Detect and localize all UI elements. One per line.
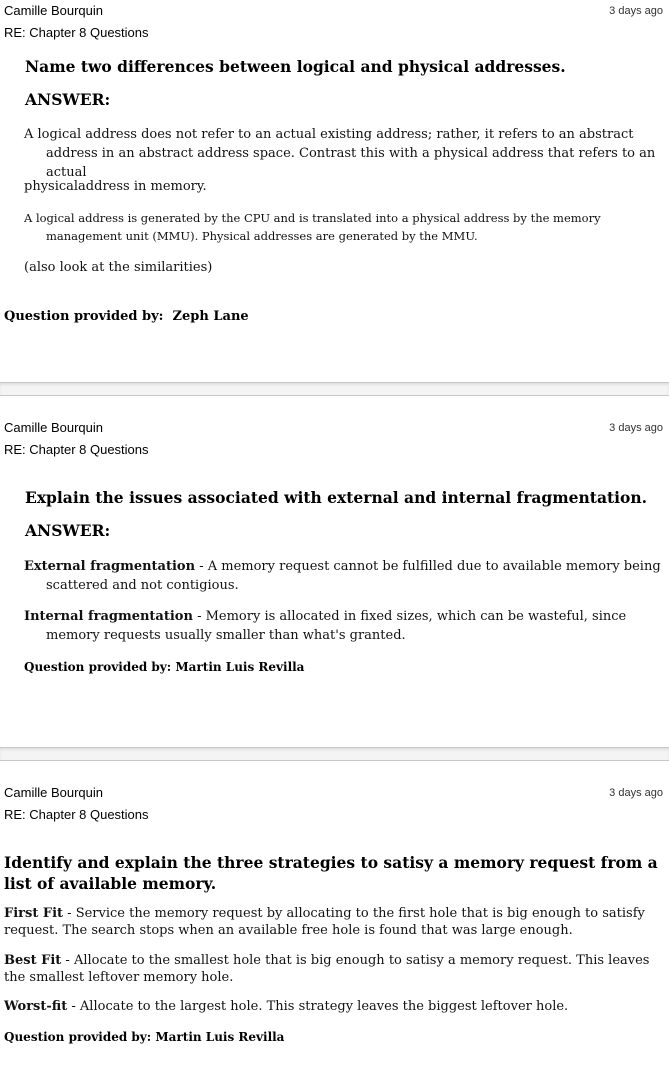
- answer-paragraph: External fragmentation - A memory reques…: [24, 557, 669, 595]
- post-1: Camille Bourquin 3 days ago RE: Chapter …: [0, 0, 669, 382]
- term-worst-fit: Worst-fit: [4, 999, 68, 1014]
- term-definition: - Service the memory request by allocati…: [4, 906, 645, 938]
- post-author[interactable]: Camille Bourquin: [4, 420, 103, 435]
- post-subject[interactable]: RE: Chapter 8 Questions: [4, 25, 149, 40]
- post-divider: [0, 747, 669, 761]
- post-author[interactable]: Camille Bourquin: [4, 3, 103, 18]
- post-timestamp: 3 days ago: [609, 5, 663, 17]
- answer-label: ANSWER:: [25, 521, 111, 540]
- answer-paragraph: First Fit - Service the memory request b…: [4, 905, 664, 939]
- answer-paragraph: Internal fragmentation - Memory is alloc…: [24, 607, 669, 645]
- answer-paragraph: Best Fit - Allocate to the smallest hole…: [4, 952, 664, 986]
- answer-paragraph: A logical address is generated by the CP…: [24, 211, 601, 243]
- answer-paragraph: Worst-fit - Allocate to the largest hole…: [4, 998, 664, 1015]
- post-timestamp: 3 days ago: [609, 422, 663, 434]
- question-credit: Question provided by: Martin Luis Revill…: [24, 660, 305, 674]
- post-subject[interactable]: RE: Chapter 8 Questions: [4, 442, 149, 457]
- answer-label: ANSWER:: [25, 90, 111, 109]
- post-2: Camille Bourquin 3 days ago RE: Chapter …: [0, 396, 669, 748]
- question-title: Explain the issues associated with exter…: [25, 488, 648, 507]
- answer-paragraph: A logical address does not refer to an a…: [24, 127, 656, 180]
- term-best-fit: Best Fit: [4, 953, 62, 968]
- question-title: Identify and explain the three strategie…: [4, 853, 658, 893]
- credit-name: Zeph Lane: [172, 309, 249, 324]
- post-timestamp: 3 days ago: [609, 787, 663, 799]
- post-3: Camille Bourquin 3 days ago RE: Chapter …: [0, 761, 669, 1075]
- term-definition: - Allocate to the largest hole. This str…: [67, 999, 569, 1014]
- answer-paragraph: (also look at the similarities): [24, 260, 213, 275]
- question-credit: Question provided by: Martin Luis Revill…: [4, 1030, 285, 1044]
- term-internal-fragmentation: Internal fragmentation: [24, 609, 193, 624]
- term-external-fragmentation: External fragmentation: [24, 559, 196, 574]
- credit-label: Question provided by:: [4, 309, 164, 324]
- post-subject[interactable]: RE: Chapter 8 Questions: [4, 807, 149, 822]
- question-credit: Question provided by: Zeph Lane: [4, 309, 249, 324]
- term-definition: - Allocate to the smallest hole that is …: [4, 953, 650, 985]
- question-title: Name two differences between logical and…: [25, 57, 566, 76]
- post-divider: [0, 382, 669, 396]
- post-author[interactable]: Camille Bourquin: [4, 785, 103, 800]
- answer-paragraph: physicaladdress in memory.: [24, 179, 207, 194]
- term-first-fit: First Fit: [4, 906, 64, 921]
